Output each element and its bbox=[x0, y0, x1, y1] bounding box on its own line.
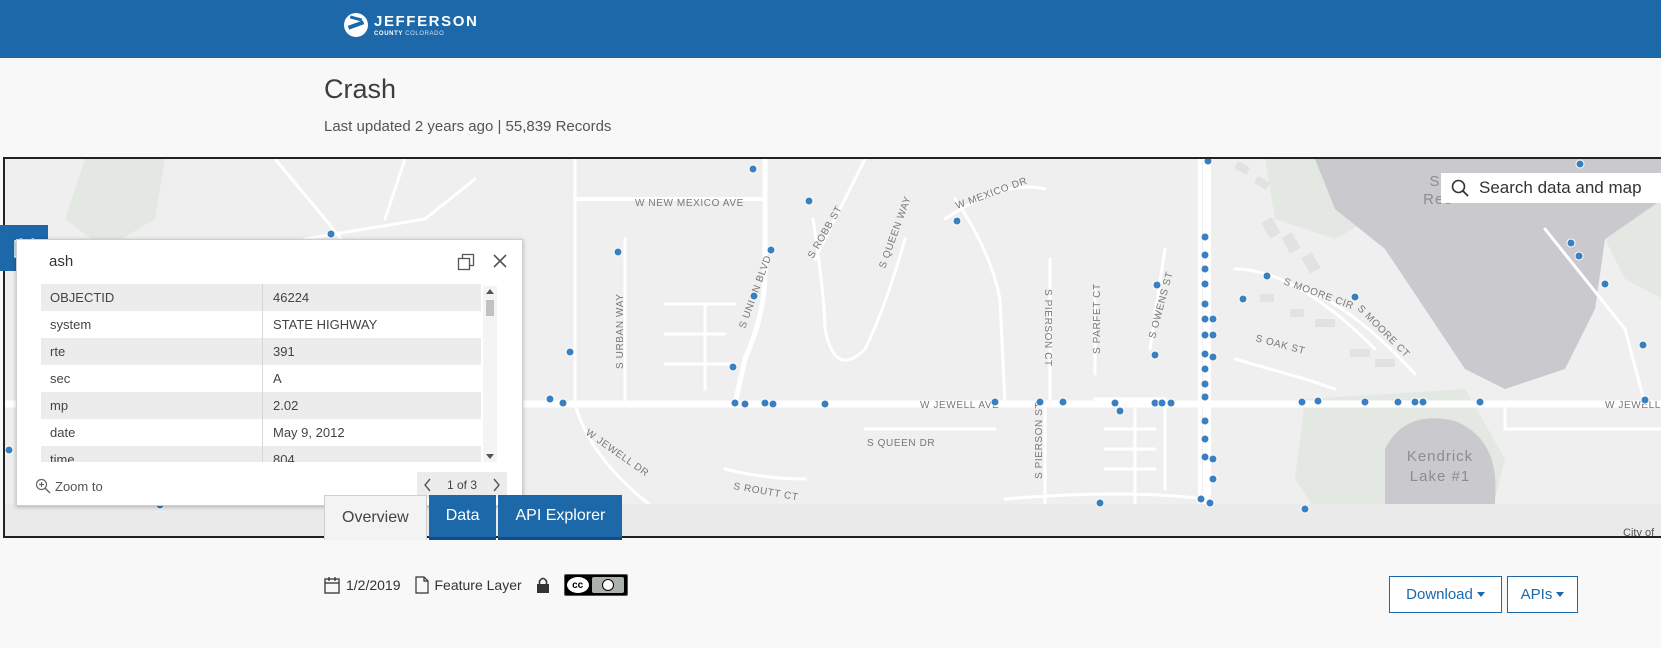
logo-title: JEFFERSON bbox=[374, 12, 479, 30]
table-row: OBJECTID 46224 bbox=[41, 284, 481, 311]
svg-text:S: S bbox=[1429, 173, 1440, 190]
apis-button[interactable]: APIs bbox=[1507, 576, 1578, 613]
page-title: Crash bbox=[324, 74, 397, 104]
chevron-down-icon bbox=[1556, 592, 1565, 597]
next-icon[interactable] bbox=[492, 478, 501, 492]
zoom-to-button[interactable]: Zoom to bbox=[35, 478, 103, 494]
lock-icon bbox=[536, 577, 549, 593]
table-row: mp 2.02 bbox=[41, 392, 481, 419]
updated-date: 1/2/2019 bbox=[346, 577, 401, 593]
svg-text:W NEW MEXICO AVE: W NEW MEXICO AVE bbox=[635, 198, 744, 209]
chevron-down-icon bbox=[1476, 592, 1485, 597]
svg-text:W JEWELL: W JEWELL bbox=[1605, 400, 1661, 411]
svg-text:S QUEEN DR: S QUEEN DR bbox=[867, 438, 935, 449]
svg-text:S ROBB ST: S ROBB ST bbox=[806, 204, 845, 260]
svg-text:W JEWELL AVE: W JEWELL AVE bbox=[920, 400, 999, 411]
table-row: rte 391 bbox=[41, 338, 481, 365]
popup-scrollbar[interactable] bbox=[483, 286, 497, 462]
svg-text:S OWENS ST: S OWENS ST bbox=[1147, 270, 1175, 339]
search-placeholder: Search data and map bbox=[1479, 178, 1642, 197]
calendar-icon bbox=[324, 577, 340, 594]
dataset-details: 1/2/2019 Feature Layer cc bbox=[324, 574, 628, 596]
attribute-table: OBJECTID 46224 system STATE HIGHWAY rte 391… bbox=[41, 284, 481, 462]
top-banner: JEFFERSON COUNTY COLORADO bbox=[0, 0, 1661, 58]
table-row: time 804 bbox=[41, 446, 481, 462]
svg-text:S PIERSON CT: S PIERSON CT bbox=[1042, 289, 1053, 367]
close-icon[interactable] bbox=[491, 252, 509, 270]
svg-text:S QUEEN WAY: S QUEEN WAY bbox=[877, 195, 913, 270]
download-label: Download bbox=[1406, 586, 1473, 603]
by-icon bbox=[591, 577, 624, 593]
zoom-in-icon bbox=[35, 478, 51, 494]
restore-window-icon[interactable] bbox=[457, 253, 475, 271]
svg-text:Lake #1: Lake #1 bbox=[1410, 468, 1470, 485]
jefferson-county-logo[interactable]: JEFFERSON COUNTY COLORADO bbox=[344, 13, 478, 37]
dataset-meta: Last updated 2 years ago | 55,839 Record… bbox=[324, 118, 612, 135]
previous-icon[interactable] bbox=[423, 478, 432, 492]
search-data-and-map[interactable]: Search data and map bbox=[1441, 173, 1661, 203]
tab-overview[interactable]: Overview bbox=[324, 495, 427, 540]
svg-text:S URBAN WAY: S URBAN WAY bbox=[615, 294, 626, 370]
svg-text:S MOORE CIR: S MOORE CIR bbox=[1282, 276, 1355, 312]
layer-type: Feature Layer bbox=[434, 577, 522, 593]
document-icon bbox=[414, 576, 429, 594]
svg-text:S OAK ST: S OAK ST bbox=[1254, 333, 1306, 357]
logo-subtitle: COUNTY COLORADO bbox=[374, 30, 445, 37]
svg-text:S PARFET CT: S PARFET CT bbox=[1092, 283, 1103, 354]
search-icon bbox=[1451, 179, 1469, 197]
apis-label: APIs bbox=[1520, 586, 1553, 603]
download-button[interactable]: Download bbox=[1389, 576, 1502, 613]
feature-popup[interactable]: ash OBJECTID 46224 system STATE HIGHWAY rt… bbox=[16, 239, 523, 506]
creative-commons-license-badge[interactable]: cc bbox=[563, 574, 628, 596]
svg-text:Kendrick: Kendrick bbox=[1407, 448, 1473, 465]
zoom-to-label: Zoom to bbox=[55, 478, 103, 494]
svg-text:S ROUTT CT: S ROUTT CT bbox=[732, 481, 799, 503]
svg-text:S PIERSON ST: S PIERSON ST bbox=[1034, 402, 1045, 479]
tab-api-explorer[interactable]: API Explorer bbox=[498, 495, 623, 540]
pager-count: 1 of 3 bbox=[446, 478, 478, 492]
map-attribution: City of bbox=[1623, 527, 1655, 538]
svg-text:W JEWELL DR: W JEWELL DR bbox=[583, 427, 650, 479]
svg-text:W MEXICO DR: W MEXICO DR bbox=[954, 176, 1029, 212]
dataset-tabs: Overview Data API Explorer bbox=[324, 495, 623, 540]
tab-data[interactable]: Data bbox=[428, 495, 497, 540]
county-emblem-icon bbox=[344, 13, 368, 37]
table-row: system STATE HIGHWAY bbox=[41, 311, 481, 338]
popup-title: ash bbox=[49, 253, 74, 270]
table-row: date May 9, 2012 bbox=[41, 419, 481, 446]
table-row: sec A bbox=[41, 365, 481, 392]
cc-icon: cc bbox=[566, 577, 589, 593]
